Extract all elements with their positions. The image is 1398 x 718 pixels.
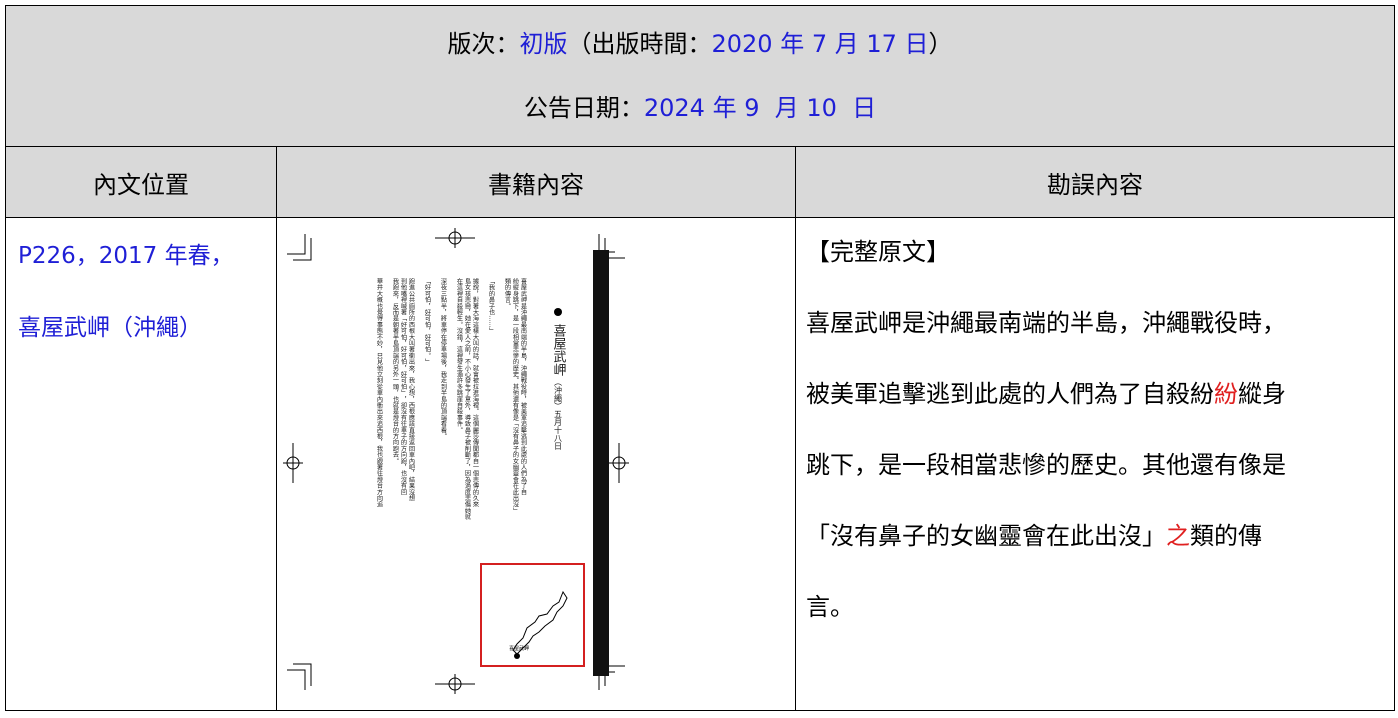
- map-location-dot: [514, 653, 520, 659]
- errata-line-1: 喜屋武岬是沖繩最南端的半島，沖繩戰役時，: [806, 309, 1286, 337]
- scan-text-column: 類的傳言。: [504, 277, 511, 309]
- scan-text-column: 據說，對著大海這樣大叫的話，就會被拉進海裡。這個麗莎傳聞都自一個悲傳的久來: [472, 277, 479, 508]
- scan-subtitle: （沖繩）五月十八日: [554, 378, 563, 451]
- notice-label: 公告日期：: [523, 94, 644, 122]
- column-header-position: 內文位置: [5, 146, 277, 218]
- book-page-scan: 喜屋武岬 （沖繩）五月十八日 喜屋武岬是沖繩最南端的半島，沖繩戰役時，被美軍追擊…: [283, 228, 629, 694]
- errata-line-3: 跳下，是一段相當悲慘的歷史。其他還有像是: [806, 451, 1286, 479]
- scan-text-column: 島女孩悲戀，她在愛人之前，不小心發生了意外，導致鼻子被削斷了，因為過度悲傷她就: [464, 277, 471, 521]
- errata-heading: 【完整原文】: [806, 238, 950, 266]
- publication-date: 2020 年 7 月 17 日: [711, 30, 929, 58]
- scan-text-column: 華井大概也覺得事態不妙，只見他立刻從車內衝出來追西根，我也跟著往燈台方向追: [376, 277, 383, 508]
- publication-open: （出版時間：: [567, 30, 712, 58]
- edition-header: 版次：初版（出版時間：2020 年 7 月 17 日） 公告日期：2024 年 …: [4, 5, 1396, 147]
- notice-line: 公告日期：2024 年 9 月 10 日: [6, 76, 1394, 146]
- errata-correction-1: 紛: [1214, 380, 1238, 408]
- okinawa-map-outline: [512, 590, 568, 655]
- publication-close: ）: [928, 30, 953, 58]
- errata-line-4: 「沒有鼻子的女幽靈會在此出沒」之類的傳: [806, 516, 1386, 587]
- title-bullet: [554, 308, 562, 316]
- edition-line: 版次：初版（出版時間：2020 年 7 月 17 日）: [6, 6, 1394, 76]
- edition-label: 版次：: [447, 30, 520, 58]
- errata-line-2-a: 被美軍追擊逃到此處的人們為了自殺紛: [806, 380, 1214, 408]
- position-cell: P226，2017 年春， 喜屋武岬（沖繩）: [5, 217, 277, 711]
- position-line-1: P226，2017 年春，: [18, 243, 234, 269]
- scan-text-column: 「好可怕，好可怕，好可怕。」: [424, 278, 431, 365]
- book-scan-cell: 喜屋武岬 （沖繩）五月十八日 喜屋武岬是沖繩最南端的半島，沖繩戰役時，被美軍追擊…: [276, 217, 796, 711]
- map-label: 喜屋武岬: [509, 645, 529, 652]
- errata-line-4-b: 類的傳: [1190, 522, 1262, 550]
- errata-line-2-b: 縱身: [1238, 380, 1286, 408]
- column-header-errata: 勘誤內容: [794, 146, 1396, 218]
- scan-text-column: 跑進公共廁所的西根大叫著衝出來，我心想，西根應該直接返回車內吧，結果沒想: [408, 277, 415, 501]
- scan-text-column: 喜屋武岬是沖繩最南端的半島，沖繩戰役時，被美軍追擊逃到此處的人們為了自: [520, 277, 527, 496]
- page-edge-bar: [593, 250, 609, 676]
- errata-table: 版次：初版（出版時間：2020 年 7 月 17 日） 公告日期：2024 年 …: [4, 5, 1396, 711]
- scan-text-column: 在這裡自殺輕生。沒錯，這裡發生過許多跳崖自殺事件。: [456, 277, 463, 433]
- errata-line-5: 言。: [806, 593, 854, 621]
- scan-text-column: 紛縱身跳下，是一段相當悲慘的歷史。其他還有像是「沒有鼻子的女幽靈會在此出沒」: [512, 277, 519, 513]
- column-header-book: 書籍內容: [276, 146, 796, 218]
- scan-text-columns: 喜屋武岬是沖繩最南端的半島，沖繩戰役時，被美軍追擊逃到此處的人們為了自紛縱身跳下…: [376, 277, 527, 521]
- scan-text-column: 「我的鼻子也……」: [488, 278, 495, 334]
- errata-cell: 【完整原文】 喜屋武岬是沖繩最南端的半島，沖繩戰役時， 被美軍追擊逃到此處的人們…: [794, 217, 1396, 711]
- scan-text-column: 到他嘴裡喊著「好可怕，好可怕，好可怕」，卻沒有往車子的方向跑，也沒有回: [400, 278, 407, 496]
- errata-correction-2: 之: [1166, 522, 1190, 550]
- errata-line-2: 被美軍追擊逃到此處的人們為了自殺紛紛縱身: [806, 374, 1386, 445]
- highlight-box: [480, 563, 585, 667]
- scan-text-column: 我跑來，反而是朝著半島頂端的另外一頭，也就是燈台的方向跑去。: [392, 277, 399, 464]
- edition-value: 初版: [519, 30, 568, 58]
- position-line-2: 喜屋武岬（沖繩）: [18, 315, 202, 341]
- scan-text-column: 深夜三點半，將車停在停車場後，我走到半島的頂端看看。: [440, 277, 447, 439]
- errata-line-4-a: 「沒有鼻子的女幽靈會在此出沒」: [806, 522, 1166, 550]
- notice-date: 2024 年 9 月 10 日: [643, 94, 877, 122]
- scan-title: 喜屋武岬: [551, 324, 567, 376]
